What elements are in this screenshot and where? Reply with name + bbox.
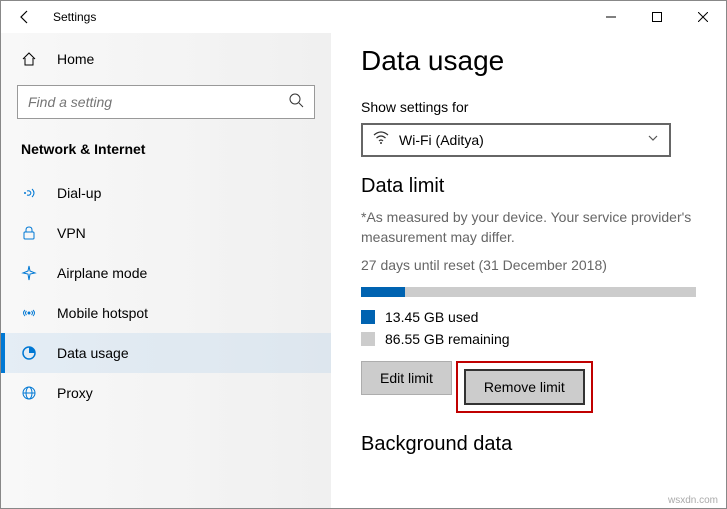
hotspot-icon (21, 305, 41, 321)
used-row: 13.45 GB used (361, 309, 696, 325)
sidebar-item-label: Airplane mode (57, 265, 147, 281)
proxy-icon (21, 385, 41, 401)
network-dropdown[interactable]: Wi-Fi (Aditya) (361, 123, 671, 157)
sidebar-item-label: Data usage (57, 345, 129, 361)
progress-bar (361, 287, 696, 297)
window-title: Settings (53, 10, 96, 24)
dropdown-value: Wi-Fi (Aditya) (399, 132, 647, 148)
sidebar-item-dialup[interactable]: Dial-up (1, 173, 331, 213)
watermark: wsxdn.com (668, 495, 718, 506)
background-data-header: Background data (361, 433, 696, 456)
remaining-swatch (361, 332, 375, 346)
minimize-icon (606, 12, 616, 22)
maximize-icon (652, 12, 662, 22)
airplane-icon (21, 265, 41, 281)
close-button[interactable] (680, 1, 726, 33)
chevron-down-icon (647, 131, 659, 149)
disclaimer-text: *As measured by your device. Your servic… (361, 208, 696, 247)
search-input[interactable] (28, 94, 288, 110)
dialup-icon (21, 185, 41, 201)
home-button[interactable]: Home (1, 41, 331, 77)
sidebar-item-vpn[interactable]: VPN (1, 213, 331, 253)
reset-text: 27 days until reset (31 December 2018) (361, 257, 696, 273)
sidebar-item-label: VPN (57, 225, 86, 241)
sidebar: Home Network & Internet Dial-up VPN (1, 33, 331, 508)
minimize-button[interactable] (588, 1, 634, 33)
titlebar: Settings (1, 1, 726, 33)
remaining-row: 86.55 GB remaining (361, 331, 696, 347)
close-icon (698, 12, 708, 22)
search-box[interactable] (17, 85, 315, 119)
remove-limit-highlight: Remove limit (456, 361, 593, 413)
sidebar-item-label: Dial-up (57, 185, 101, 201)
sidebar-item-label: Proxy (57, 385, 93, 401)
wifi-icon (373, 131, 389, 150)
sidebar-item-hotspot[interactable]: Mobile hotspot (1, 293, 331, 333)
home-icon (21, 51, 41, 67)
data-limit-header: Data limit (361, 175, 696, 198)
main-content: Data usage Show settings for Wi-Fi (Adit… (331, 33, 726, 508)
sidebar-item-airplane[interactable]: Airplane mode (1, 253, 331, 293)
datausage-icon (21, 345, 41, 361)
sidebar-item-proxy[interactable]: Proxy (1, 373, 331, 413)
search-icon (288, 92, 304, 113)
home-label: Home (57, 51, 94, 67)
window-controls (588, 1, 726, 33)
used-swatch (361, 310, 375, 324)
back-button[interactable] (9, 1, 41, 33)
page-title: Data usage (361, 45, 696, 77)
sidebar-item-label: Mobile hotspot (57, 305, 148, 321)
progress-fill (361, 287, 405, 297)
vpn-icon (21, 225, 41, 241)
used-text: 13.45 GB used (385, 309, 478, 325)
arrow-left-icon (17, 9, 33, 25)
remaining-text: 86.55 GB remaining (385, 331, 510, 347)
sidebar-item-datausage[interactable]: Data usage (1, 333, 331, 373)
maximize-button[interactable] (634, 1, 680, 33)
show-settings-label: Show settings for (361, 99, 696, 115)
edit-limit-button[interactable]: Edit limit (361, 361, 452, 395)
button-row: Edit limit Remove limit (361, 361, 696, 413)
remove-limit-button[interactable]: Remove limit (464, 369, 585, 405)
section-header: Network & Internet (1, 135, 331, 173)
